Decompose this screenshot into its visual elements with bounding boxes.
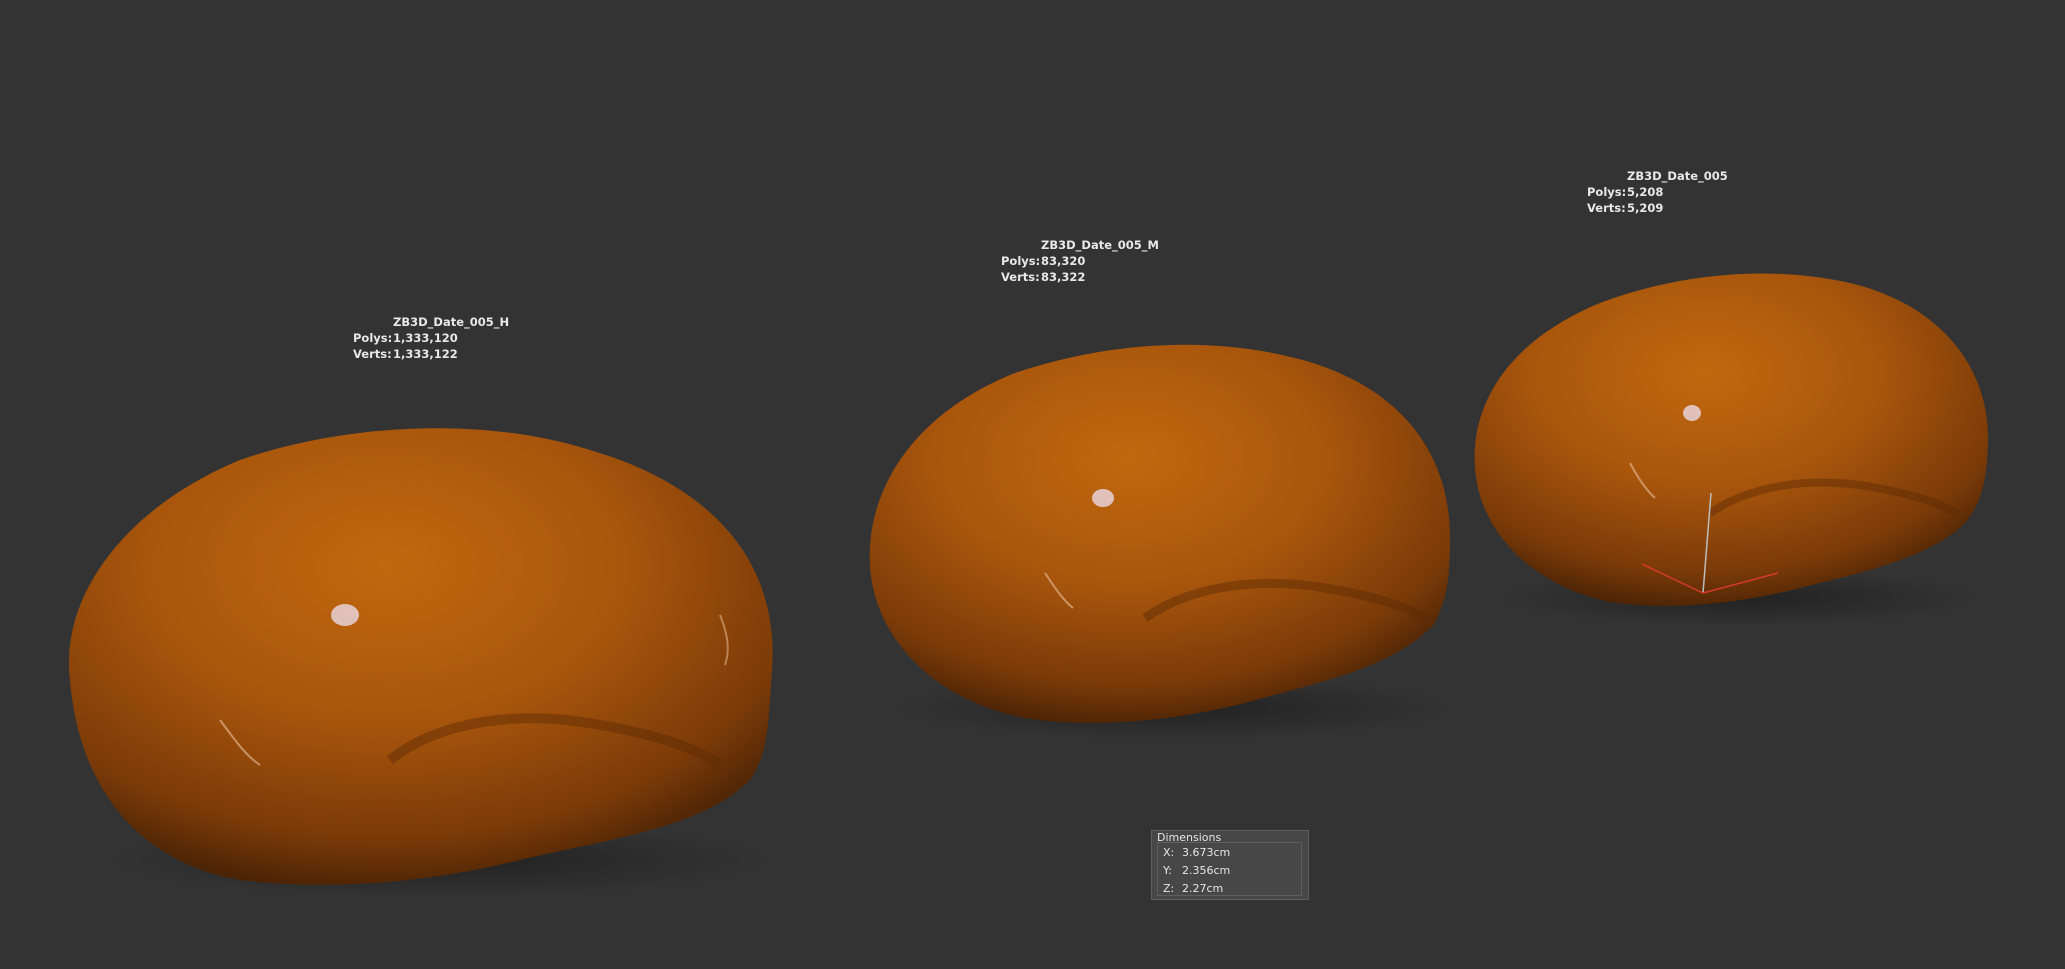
axis-label: X: [1163, 846, 1175, 859]
dimension-value: 2.27cm [1182, 882, 1224, 895]
polys-value: 83,320 [1041, 254, 1086, 268]
polys-label: Polys: [353, 331, 393, 345]
verts-value: 83,322 [1041, 270, 1086, 284]
polys-value: 1,333,120 [393, 331, 458, 345]
verts-label: Verts: [1001, 270, 1040, 284]
verts-label: Verts: [1587, 201, 1626, 215]
dimension-y: Y: 2.356cm [1163, 864, 1230, 878]
3d-viewport[interactable]: ZB3D_Date_005_H Polys: 1,333,120 Verts: 1,… [0, 0, 2065, 969]
verts-label: Verts: [353, 347, 392, 361]
verts-value: 5,209 [1627, 201, 1664, 215]
polys-label: Polys: [1001, 254, 1041, 268]
model-stats-high: ZB3D_Date_005_H Polys: 1,333,120 Verts: 1,… [353, 314, 509, 362]
model-name: ZB3D_Date_005_H [393, 315, 510, 329]
model-stats-low: ZB3D_Date_005 Polys: 5,208 Verts: 5,209 [1587, 168, 1728, 216]
date-model-low[interactable] [1470, 268, 2000, 638]
model-name: ZB3D_Date_005_M [1041, 238, 1159, 252]
dimension-z: Z: 2.27cm [1163, 882, 1223, 896]
axis-label: Y: [1163, 864, 1172, 877]
axis-label: Z: [1163, 882, 1175, 895]
dimensions-panel: Dimensions X: 3.673cm Y: 2.356cm Z: 2.27cm [1151, 830, 1309, 900]
model-stats-medium: ZB3D_Date_005_M Polys: 83,320 Verts: 83,32… [1001, 237, 1159, 285]
dimension-x: X: 3.673cm [1163, 846, 1230, 860]
dimension-value: 3.673cm [1182, 846, 1231, 859]
model-name: ZB3D_Date_005 [1627, 169, 1728, 183]
dimension-value: 2.356cm [1182, 864, 1231, 877]
polys-value: 5,208 [1627, 185, 1664, 199]
polys-label: Polys: [1587, 185, 1627, 199]
verts-value: 1,333,122 [393, 347, 458, 361]
date-model-medium[interactable] [865, 338, 1465, 748]
date-model-high[interactable] [60, 420, 790, 900]
